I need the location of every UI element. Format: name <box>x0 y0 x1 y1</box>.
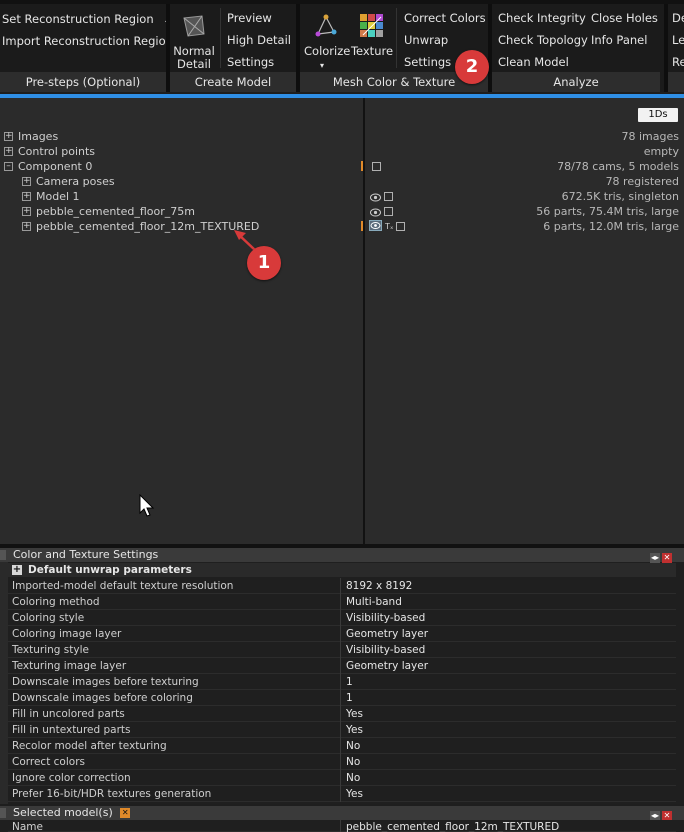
setting-name: Fill in uncolored parts <box>12 708 125 720</box>
setting-value[interactable]: 8192 x 8192 <box>346 578 412 594</box>
setting-value[interactable]: Multi-band <box>346 594 402 610</box>
column-separator <box>340 770 341 786</box>
annotation-callout-2: 2 <box>455 50 489 84</box>
panel-title-label: Selected model(s) <box>13 806 113 819</box>
section-default-unwrap-parameters[interactable]: + Default unwrap parameters <box>8 563 676 577</box>
setting-row[interactable]: Correct colors No <box>8 754 676 770</box>
expand-icon[interactable]: + <box>12 565 22 575</box>
column-separator <box>340 820 341 832</box>
column-separator <box>340 674 341 690</box>
setting-name: Prefer 16-bit/HDR textures generation <box>12 788 212 800</box>
setting-name: Coloring style <box>12 612 85 624</box>
setting-name: Fill in untextured parts <box>12 724 131 736</box>
color-texture-settings-panel: Color and Texture Settings ◂▸ ✕ + Default… <box>0 548 684 804</box>
panel-title: Color and Texture Settings <box>0 548 684 562</box>
setting-row[interactable]: Prefer 16-bit/HDR textures generation Yes <box>8 786 676 802</box>
setting-value[interactable]: No <box>346 738 360 754</box>
setting-row[interactable]: Texturing style Visibility-based <box>8 642 676 658</box>
section-label: Default unwrap parameters <box>28 564 192 576</box>
close-icon[interactable]: ✕ <box>662 553 672 563</box>
setting-name: Name <box>12 821 43 832</box>
setting-row[interactable]: Downscale images before coloring 1 <box>8 690 676 706</box>
setting-value[interactable]: Visibility-based <box>346 610 425 626</box>
panel-grip-icon[interactable] <box>0 808 6 818</box>
column-separator <box>340 642 341 658</box>
setting-name: Texturing style <box>12 644 89 656</box>
setting-value[interactable]: Visibility-based <box>346 642 425 658</box>
setting-value[interactable]: No <box>346 770 360 786</box>
float-icon[interactable]: ◂▸ <box>650 553 660 563</box>
panel-title-label: Color and Texture Settings <box>13 548 159 561</box>
panel-title: Selected model(s) ✕ <box>0 806 684 820</box>
panel-left-strip <box>0 562 8 804</box>
column-separator <box>340 594 341 610</box>
setting-value[interactable]: Yes <box>346 722 363 738</box>
setting-name: Downscale images before coloring <box>12 692 193 704</box>
setting-row[interactable]: Fill in uncolored parts Yes <box>8 706 676 722</box>
column-separator <box>340 786 341 802</box>
column-separator <box>340 578 341 594</box>
column-separator <box>340 626 341 642</box>
setting-name: Coloring method <box>12 596 100 608</box>
panel-grip-icon[interactable] <box>0 550 6 560</box>
setting-row[interactable]: Coloring style Visibility-based <box>8 610 676 626</box>
setting-row[interactable]: Name pebble_cemented_floor_12m_TEXTURED <box>8 820 676 832</box>
annotation-callout-1: 1 <box>247 246 281 280</box>
setting-value[interactable]: Yes <box>346 706 363 722</box>
setting-value[interactable]: Geometry layer <box>346 658 428 674</box>
setting-name: Recolor model after texturing <box>12 740 167 752</box>
column-separator <box>340 610 341 626</box>
setting-name: Downscale images before texturing <box>12 676 199 688</box>
setting-row[interactable]: Recolor model after texturing No <box>8 738 676 754</box>
setting-value[interactable]: 1 <box>346 690 353 706</box>
setting-value[interactable]: pebble_cemented_floor_12m_TEXTURED <box>346 820 559 832</box>
setting-row[interactable]: Coloring image layer Geometry layer <box>8 626 676 642</box>
column-separator <box>340 722 341 738</box>
column-separator <box>340 690 341 706</box>
setting-name: Ignore color correction <box>12 772 131 784</box>
setting-name: Texturing image layer <box>12 660 127 672</box>
setting-row[interactable]: Fill in untextured parts Yes <box>8 722 676 738</box>
setting-value[interactable]: No <box>346 754 360 770</box>
column-separator <box>340 706 341 722</box>
setting-value[interactable]: Geometry layer <box>346 626 428 642</box>
selected-models-panel: Selected model(s) ✕ ◂▸ ✕ Name pebble_ceme… <box>0 806 684 832</box>
setting-name: Coloring image layer <box>12 628 122 640</box>
setting-row[interactable]: Imported-model default texture resolutio… <box>8 578 676 594</box>
setting-row[interactable]: Ignore color correction No <box>8 770 676 786</box>
setting-value[interactable]: 1 <box>346 674 353 690</box>
setting-row[interactable]: Texturing image layer Geometry layer <box>8 658 676 674</box>
setting-row[interactable]: Coloring method Multi-band <box>8 594 676 610</box>
column-separator <box>340 658 341 674</box>
panel-window-buttons: ◂▸ ✕ <box>648 550 672 563</box>
setting-row[interactable]: Downscale images before texturing 1 <box>8 674 676 690</box>
pin-icon[interactable]: ✕ <box>120 808 131 818</box>
setting-name: Imported-model default texture resolutio… <box>12 580 234 592</box>
panel-window-buttons: ◂▸ ✕ <box>648 808 672 821</box>
setting-value[interactable]: Yes <box>346 786 363 802</box>
setting-name: Correct colors <box>12 756 85 768</box>
column-separator <box>340 738 341 754</box>
column-separator <box>340 754 341 770</box>
